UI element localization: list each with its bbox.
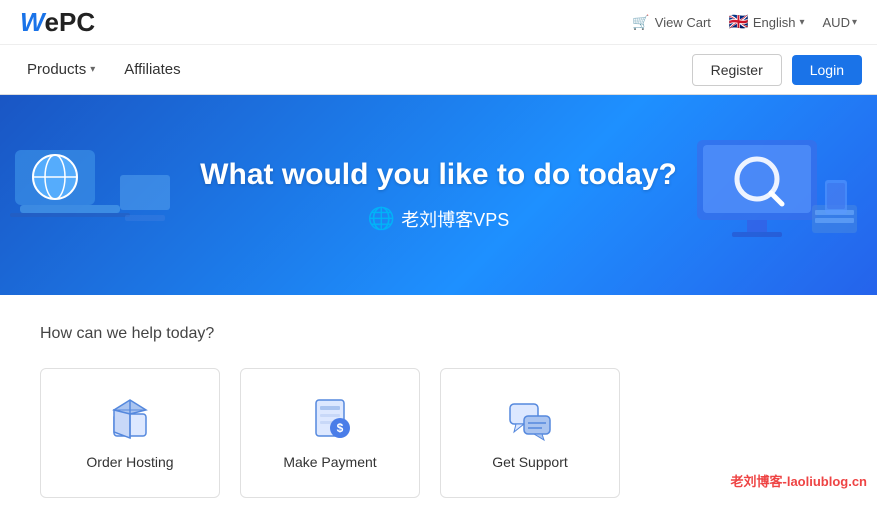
language-chevron-icon: ▾ xyxy=(799,17,804,28)
hero-content: What would you like to do today? 🌐 老刘博客V… xyxy=(200,158,677,232)
hero-banner: What would you like to do today? 🌐 老刘博客V… xyxy=(0,95,877,295)
view-cart-button[interactable]: 🛒 View Cart xyxy=(632,14,711,31)
logo-w: W xyxy=(20,7,45,38)
currency-chevron-icon: ▾ xyxy=(852,17,857,28)
logo: W ePC xyxy=(20,7,95,38)
main-content: How can we help today? Order Hosting xyxy=(0,295,877,528)
top-right-actions: 🛒 View Cart 🇬🇧 English ▾ AUD ▾ xyxy=(632,12,857,32)
cart-icon: 🛒 xyxy=(632,14,649,31)
language-label: English xyxy=(753,15,796,30)
cards-container: Order Hosting $ Make Payment xyxy=(40,368,837,498)
get-support-label: Get Support xyxy=(492,454,568,470)
language-selector[interactable]: 🇬🇧 English ▾ xyxy=(729,12,805,32)
view-cart-label: View Cart xyxy=(655,15,711,30)
hero-right-decoration xyxy=(687,125,867,265)
section-title: How can we help today? xyxy=(40,325,837,343)
products-chevron-icon: ▾ xyxy=(90,64,95,75)
hero-left-decoration xyxy=(10,125,190,265)
nav-products[interactable]: Products ▾ xyxy=(15,53,107,86)
order-hosting-card[interactable]: Order Hosting xyxy=(40,368,220,498)
nav-affiliates[interactable]: Affiliates xyxy=(112,53,192,86)
logo-epc: ePC xyxy=(45,7,96,38)
hero-subtext: 🌐 老刘博客VPS xyxy=(200,206,677,232)
hero-heading: What would you like to do today? xyxy=(200,158,677,192)
make-payment-icon: $ xyxy=(306,394,354,442)
flag-icon: 🇬🇧 xyxy=(729,12,749,32)
get-support-card[interactable]: Get Support xyxy=(440,368,620,498)
hero-sub-label: 老刘博客VPS xyxy=(401,206,509,232)
make-payment-card[interactable]: $ Make Payment xyxy=(240,368,420,498)
login-button[interactable]: Login xyxy=(792,55,862,85)
svg-text:$: $ xyxy=(337,421,344,435)
register-button[interactable]: Register xyxy=(692,54,782,86)
nav-left: Products ▾ Affiliates xyxy=(15,53,193,86)
weibo-icon: 🌐 xyxy=(368,206,395,232)
order-hosting-icon xyxy=(106,394,154,442)
currency-selector[interactable]: AUD ▾ xyxy=(823,15,857,30)
watermark: 老刘博客-laoliublog.cn xyxy=(731,471,868,490)
make-payment-label: Make Payment xyxy=(283,454,376,470)
get-support-icon xyxy=(506,394,554,442)
order-hosting-label: Order Hosting xyxy=(86,454,173,470)
nav-right: Register Login xyxy=(692,54,862,86)
currency-label: AUD xyxy=(823,15,850,30)
nav-bar: Products ▾ Affiliates Register Login xyxy=(0,45,877,95)
products-label: Products xyxy=(27,61,86,78)
top-bar: W ePC 🛒 View Cart 🇬🇧 English ▾ AUD ▾ xyxy=(0,0,877,45)
affiliates-label: Affiliates xyxy=(124,61,180,78)
